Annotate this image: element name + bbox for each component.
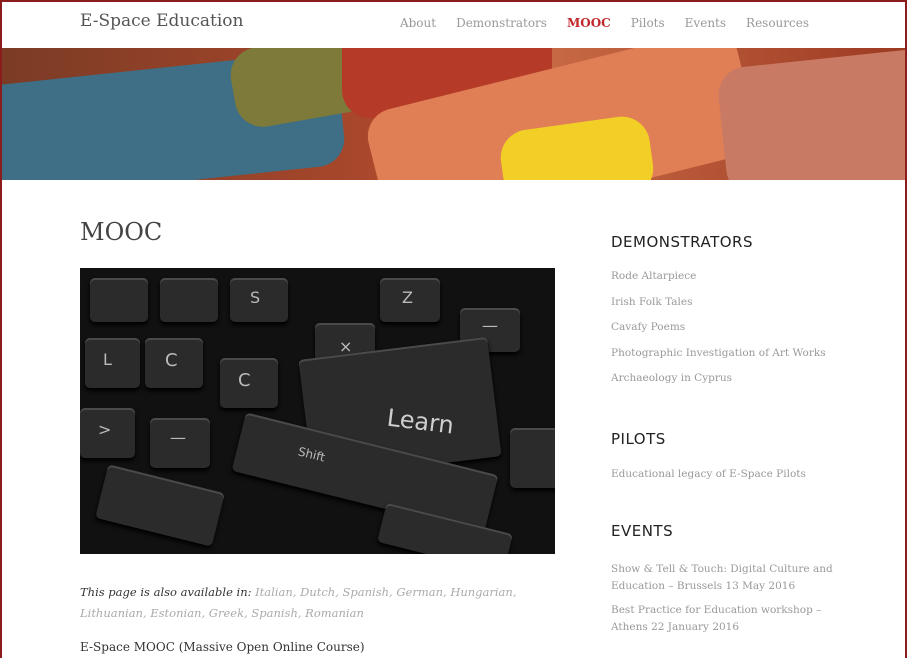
nav-demonstrators[interactable]: Demonstrators xyxy=(456,16,547,30)
demonstrator-link-photographic-investigation[interactable]: Photographic Investigation of Art Works xyxy=(611,341,826,367)
nav-mooc[interactable]: MOOC xyxy=(567,16,611,30)
key: > xyxy=(80,408,135,458)
site-title-link[interactable]: E-Space Education xyxy=(80,11,243,31)
available-languages: This page is also available in: Italian,… xyxy=(80,584,517,620)
key xyxy=(160,278,218,322)
event-link-show-tell-touch[interactable]: Show & Tell & Touch: Digital Culture and… xyxy=(611,561,836,595)
browser-frame: E-Space Education About Demonstrators MO… xyxy=(0,0,907,658)
learn-key-label: Learn xyxy=(385,403,456,440)
lang-link-hungarian[interactable]: Hungarian xyxy=(450,585,513,599)
lang-link-spanish[interactable]: Spanish xyxy=(343,585,390,599)
key xyxy=(95,464,225,547)
key: C xyxy=(145,338,203,388)
key: C xyxy=(220,358,278,408)
page-title: MOOC xyxy=(80,218,163,246)
key: S xyxy=(230,278,288,322)
lang-link-romanian[interactable]: Romanian xyxy=(305,606,364,620)
key xyxy=(90,278,148,322)
widget-title-demonstrators: DEMONSTRATORS xyxy=(611,233,754,251)
lang-link-lithuanian[interactable]: Lithuanian xyxy=(80,606,143,620)
site-header: E-Space Education About Demonstrators MO… xyxy=(2,2,905,48)
demonstrator-link-irish-folk-tales[interactable]: Irish Folk Tales xyxy=(611,290,826,316)
nav-about[interactable]: About xyxy=(400,16,436,30)
key xyxy=(510,428,555,488)
lang-link-italian[interactable]: Italian xyxy=(255,585,293,599)
course-description: E-Space MOOC (Massive Open Online Course… xyxy=(80,640,365,654)
lang-link-german[interactable]: German xyxy=(396,585,443,599)
event-link-best-practice[interactable]: Best Practice for Education workshop – A… xyxy=(611,602,836,636)
keyboard-hero-image: S Z — L C C × > — Learn Shift xyxy=(80,268,555,554)
nav-events[interactable]: Events xyxy=(685,16,726,30)
available-lead: This page is also available in: xyxy=(80,584,252,599)
pilot-link-educational-legacy[interactable]: Educational legacy of E-Space Pilots xyxy=(611,462,806,488)
demonstrator-link-archaeology-cyprus[interactable]: Archaeology in Cyprus xyxy=(611,366,826,392)
nav-pilots[interactable]: Pilots xyxy=(631,16,665,30)
lang-link-estonian[interactable]: Estonian xyxy=(150,606,201,620)
pilots-list: Educational legacy of E-Space Pilots xyxy=(611,462,806,488)
demonstrators-list: Rode Altarpiece Irish Folk Tales Cavafy … xyxy=(611,264,826,392)
lang-link-dutch[interactable]: Dutch xyxy=(300,585,335,599)
main-nav: About Demonstrators MOOC Pilots Events R… xyxy=(400,16,809,30)
key: — xyxy=(150,418,210,468)
lang-link-greek[interactable]: Greek xyxy=(209,606,244,620)
key: Z xyxy=(380,278,440,322)
nav-resources[interactable]: Resources xyxy=(746,16,809,30)
demonstrator-link-rode-altarpiece[interactable]: Rode Altarpiece xyxy=(611,264,826,290)
shift-key-label: Shift xyxy=(296,444,327,465)
widget-title-events: EVENTS xyxy=(611,522,674,540)
demonstrator-link-cavafy-poems[interactable]: Cavafy Poems xyxy=(611,315,826,341)
key: L xyxy=(85,338,140,388)
lang-link-spanish-2[interactable]: Spanish xyxy=(251,606,298,620)
widget-title-pilots: PILOTS xyxy=(611,430,666,448)
events-list: Show & Tell & Touch: Digital Culture and… xyxy=(611,561,836,643)
header-banner-image xyxy=(2,48,905,180)
chalk-pink xyxy=(715,48,905,180)
